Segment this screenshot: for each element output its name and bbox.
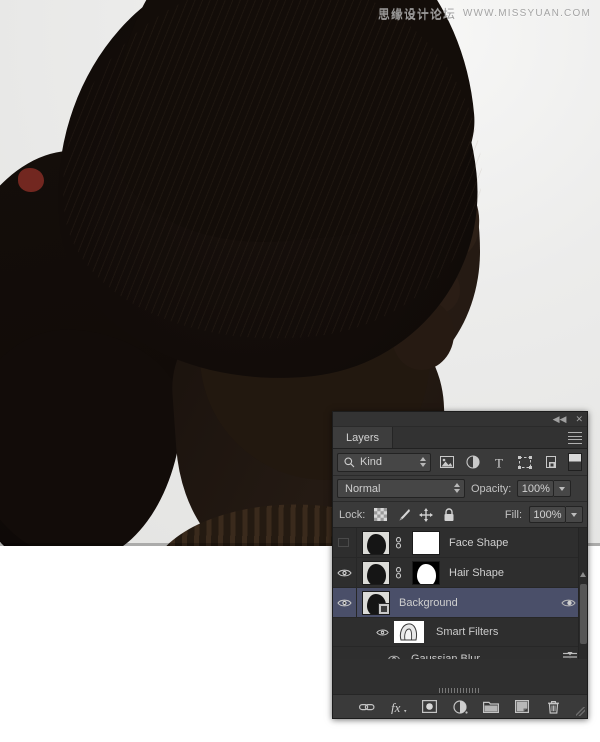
layer-visibility-toggle-face-shape[interactable] [333,528,357,557]
close-panel-icon[interactable]: ✕ [575,414,583,424]
smart-filters-label: Smart Filters [436,626,499,638]
adjustment-layers-filter-icon[interactable] [462,452,483,472]
new-group-button[interactable] [483,698,500,715]
layer-name-face-shape: Face Shape [449,536,509,549]
mask-link-icon-face-shape[interactable] [393,536,404,549]
filter-kind-stepper-icon[interactable] [420,456,426,467]
link-layers-button[interactable] [359,698,376,715]
blend-mode-stepper-icon[interactable] [454,483,460,493]
lock-label: Lock: [339,508,366,521]
layer-filter-row: Kind T [333,449,587,476]
layer-list-scrollbar[interactable] [578,528,587,659]
blend-mode-value: Normal [345,482,381,495]
new-layer-button[interactable] [514,698,531,715]
layer-name-background: Background [399,596,458,609]
lock-position-icon[interactable] [418,507,434,523]
fill-dropdown-icon[interactable] [566,506,583,523]
filter-kind-value: Kind [360,456,383,468]
smart-filter-eye-icon[interactable] [559,598,577,608]
blending-options-icon[interactable] [563,651,577,659]
lock-row: Lock: Fill: 100% [333,502,587,528]
collapse-panel-icon[interactable]: ◀◀ [553,414,567,424]
lock-transparent-pixels-icon[interactable] [372,507,388,523]
smart-filters-visibility-toggle[interactable] [373,628,391,637]
filter-enable-toggle[interactable] [568,453,582,471]
layer-row-hair-shape[interactable]: Hair Shape [333,558,587,588]
layer-list[interactable]: Face Shape Hair Shape Background Smart F… [333,528,587,659]
smart-filters-mask-thumbnail[interactable] [394,621,424,643]
panel-corner-resize-grip[interactable] [576,707,585,716]
layers-panel-toolbar: fx [333,694,587,718]
add-layer-mask-button[interactable] [421,698,438,715]
eye-icon [337,599,352,606]
layer-thumbnail-hair-shape[interactable] [362,560,390,585]
screenshot-root: 思缘设计论坛 WWW.MISSYUAN.COM ◀◀ ✕ Layers Kind [0,0,600,742]
filter-kind-select[interactable]: Kind [337,452,431,472]
search-icon [344,456,355,467]
layers-panel: ◀◀ ✕ Layers Kind T Normal Opacity: 100% … [332,411,588,719]
hair-tie [18,168,44,192]
layer-row-background[interactable]: Background [333,588,587,618]
type-layers-filter-icon[interactable]: T [488,452,509,472]
scroll-up-icon[interactable] [580,572,586,577]
svg-text:fx: fx [391,700,401,714]
scrollbar-thumb[interactable] [580,584,587,644]
smart-filter-visibility-toggle-gaussian-blur[interactable] [385,654,403,659]
tab-layers[interactable]: Layers [333,427,394,448]
smart-filter-name-gaussian-blur: Gaussian Blur [411,652,481,660]
opacity-label: Opacity: [471,482,512,495]
smart-filter-row-gaussian-blur[interactable]: Gaussian Blur [333,647,587,659]
opacity-input[interactable]: 100% [517,480,555,497]
delete-layer-button[interactable] [545,698,562,715]
fill-label: Fill: [504,508,522,521]
smart-object-badge-icon [378,602,389,614]
panel-menu-icon[interactable] [568,432,582,444]
shape-layers-filter-icon[interactable] [514,452,535,472]
fill-control[interactable]: 100% [529,506,583,523]
tab-layers-label: Layers [346,431,380,444]
blend-mode-row: Normal Opacity: 100% [333,476,587,502]
panel-tab-strip: Layers [333,427,587,449]
eye-icon [337,569,352,576]
layer-mask-thumbnail-hair-shape[interactable] [412,560,440,585]
lock-all-icon[interactable] [441,507,457,523]
blend-mode-select[interactable]: Normal [337,479,465,498]
opacity-dropdown-icon[interactable] [554,480,572,497]
layer-visibility-toggle-hair-shape[interactable] [333,558,357,587]
lock-image-pixels-icon[interactable] [395,507,411,523]
eye-off-icon [337,538,349,547]
layer-name-hair-shape: Hair Shape [449,566,505,579]
layer-mask-thumbnail-face-shape[interactable] [412,530,440,555]
layer-thumbnail-face-shape[interactable] [362,530,390,555]
layer-row-face-shape[interactable]: Face Shape [333,528,587,558]
opacity-control[interactable]: 100% [517,480,572,497]
new-adjustment-layer-button[interactable] [452,698,469,715]
layer-visibility-toggle-background[interactable] [333,588,357,617]
smart-filters-row[interactable]: Smart Filters [333,618,587,647]
smart-object-filter-icon[interactable] [540,452,561,472]
layer-thumbnail-background[interactable] [362,590,390,615]
fill-input[interactable]: 100% [529,506,566,523]
panel-resize-handle[interactable] [439,688,481,693]
svg-text:T: T [495,456,503,469]
pixel-layers-filter-icon[interactable] [436,452,457,472]
layer-style-button[interactable]: fx [390,698,407,715]
mask-link-icon-hair-shape[interactable] [393,566,404,579]
panel-titlebar: ◀◀ ✕ [333,412,587,427]
